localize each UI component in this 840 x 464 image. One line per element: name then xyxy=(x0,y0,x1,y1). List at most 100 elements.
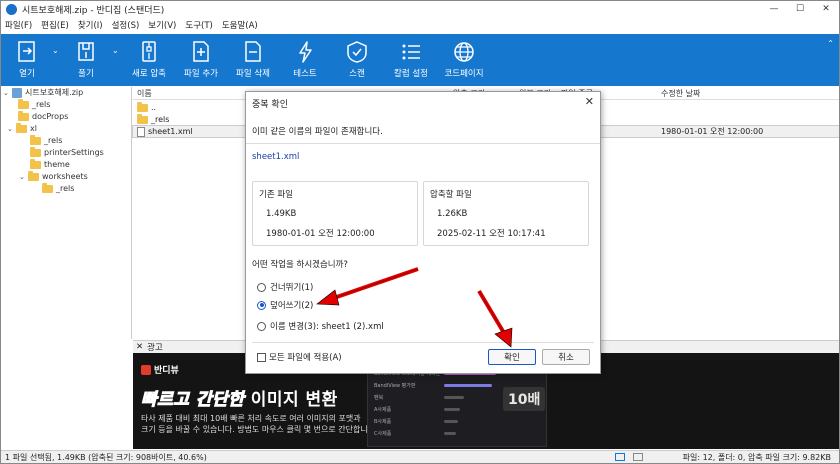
radio-skip[interactable] xyxy=(257,282,266,292)
ad-mock-label: BandiView 평가판 xyxy=(374,383,416,389)
extract-icon xyxy=(78,42,94,61)
radio-rename[interactable] xyxy=(257,321,266,331)
extract-button[interactable]: 풀기 xyxy=(66,34,106,86)
collapse-toolbar-icon[interactable]: ⌃ xyxy=(827,39,834,48)
divider xyxy=(252,342,594,343)
minimize-button[interactable]: — xyxy=(761,1,787,17)
test-button[interactable]: 테스트 xyxy=(285,34,325,86)
add-file-icon xyxy=(193,41,209,62)
menu-edit[interactable]: 편집(E) xyxy=(41,19,69,31)
option-rename-label: 이름 변경(3): sheet1 (2).xml xyxy=(270,322,384,332)
ad-brand: 반디뷰 xyxy=(141,363,179,376)
tree-item-label: printerSettings xyxy=(44,148,104,157)
file-icon xyxy=(137,126,145,137)
menu-find[interactable]: 찾기(I) xyxy=(78,19,103,31)
menu-settings[interactable]: 설정(S) xyxy=(112,19,140,31)
open-label: 열기 xyxy=(19,69,35,79)
file-name: .. xyxy=(151,103,157,112)
tree-item-label: xl xyxy=(30,124,37,133)
dialog-close-button[interactable]: ✕ xyxy=(585,95,594,108)
ad-brand-label: 반디뷰 xyxy=(154,366,179,376)
toolbar: 열기 ⌄ 풀기 ⌄ 새로 압축 파일 추가 파일 삭제 테스트 스캔 칼럼 설정… xyxy=(1,34,839,86)
file-name: _rels xyxy=(151,115,170,124)
collapse-icon[interactable]: ⌄ xyxy=(19,173,27,181)
option-rename[interactable]: 이름 변경(3): sheet1 (2).xml xyxy=(257,320,384,332)
duplicate-dialog: 중복 확인 ✕ 이미 같은 이름의 파일이 존재합니다. sheet1.xml … xyxy=(245,91,601,374)
tree-item-rels[interactable]: _rels xyxy=(18,98,50,110)
option-skip[interactable]: 건너뛰기(1) xyxy=(257,281,313,293)
tree-item-label: 시트보호해제.zip xyxy=(25,88,84,97)
delete-file-label: 파일 삭제 xyxy=(236,69,270,79)
tree-item-label: _rels xyxy=(56,184,75,193)
collapse-icon[interactable]: ⌄ xyxy=(3,89,11,97)
column-settings-icon xyxy=(402,44,420,60)
maximize-button[interactable]: ☐ xyxy=(787,1,813,17)
codepage-label: 코드페이지 xyxy=(444,69,484,79)
apply-all-checkbox[interactable]: 모든 파일에 적용(A) xyxy=(257,351,342,363)
tree-item-docprops[interactable]: docProps xyxy=(18,110,68,122)
incoming-file-title: 압축할 파일 xyxy=(430,190,472,200)
existing-file-date: 1980-01-01 오전 12:00:00 xyxy=(266,229,375,239)
checkbox-apply-all[interactable] xyxy=(257,352,266,362)
menu-bar: 파일(F) 편집(E) 찾기(I) 설정(S) 보기(V) 도구(T) 도움말(… xyxy=(1,17,839,33)
column-settings-button[interactable]: 칼럼 설정 xyxy=(389,34,433,86)
bandizip-logo-icon xyxy=(6,3,17,15)
folder-tree: ⌄ 시트보호해제.zip _rels docProps ⌄ xl _rels p… xyxy=(1,87,132,339)
apply-all-label: 모든 파일에 적용(A) xyxy=(269,353,342,363)
close-window-button[interactable]: ✕ xyxy=(813,1,839,17)
tree-item-xl-rels[interactable]: _rels xyxy=(30,134,63,146)
tree-item-label: worksheets xyxy=(42,172,88,181)
tree-item-label: theme xyxy=(44,160,70,169)
cancel-button[interactable]: 취소 xyxy=(542,349,590,365)
ad-headline: 빠르고 간단한 이미지 변환 xyxy=(140,385,338,411)
tree-item-printersettings[interactable]: printerSettings xyxy=(30,146,104,158)
menu-file[interactable]: 파일(F) xyxy=(5,19,32,31)
tree-item-xl[interactable]: ⌄ xl xyxy=(7,122,37,134)
tree-item-worksheets-rels[interactable]: _rels xyxy=(42,182,75,194)
menu-help[interactable]: 도움말(A) xyxy=(222,19,258,31)
codepage-button[interactable]: 코드페이지 xyxy=(441,34,487,86)
scan-button[interactable]: 스캔 xyxy=(337,34,377,86)
ok-button[interactable]: 확인 xyxy=(488,349,536,365)
menu-tools[interactable]: 도구(T) xyxy=(185,19,212,31)
option-overwrite[interactable]: 덮어쓰기(2) xyxy=(257,299,313,311)
tree-item-theme[interactable]: theme xyxy=(30,158,70,170)
column-name[interactable]: 이름 xyxy=(137,88,152,99)
new-archive-button[interactable]: 새로 압축 xyxy=(127,34,171,86)
dialog-message: 이미 같은 이름의 파일이 존재합니다. xyxy=(252,127,383,137)
tree-item-worksheets[interactable]: ⌄ worksheets xyxy=(19,170,88,182)
menu-view[interactable]: 보기(V) xyxy=(148,19,176,31)
radio-overwrite[interactable] xyxy=(257,300,266,310)
delete-file-button[interactable]: 파일 삭제 xyxy=(231,34,275,86)
folder-icon xyxy=(42,182,53,193)
ad-mock-label: B사제품 xyxy=(374,419,392,425)
dialog-question: 어떤 작업을 하시겠습니까? xyxy=(252,260,348,270)
tree-item-label: _rels xyxy=(44,136,63,145)
existing-file-box: 기존 파일 1.49KB 1980-01-01 오전 12:00:00 xyxy=(252,181,418,246)
extract-dropdown-icon[interactable]: ⌄ xyxy=(112,46,119,55)
new-archive-icon xyxy=(142,41,156,62)
add-file-button[interactable]: 파일 추가 xyxy=(179,34,223,86)
open-dropdown-icon[interactable]: ⌄ xyxy=(52,46,59,55)
ad-close-button[interactable]: ✕ xyxy=(136,342,143,352)
tree-item-root[interactable]: ⌄ 시트보호해제.zip xyxy=(3,87,83,98)
column-modified-date[interactable]: 수정한 날짜 xyxy=(661,88,700,99)
bandiview-logo-icon xyxy=(141,364,151,375)
file-name: sheet1.xml xyxy=(148,127,193,136)
ad-header-label: 광고 xyxy=(147,343,163,353)
option-overwrite-label: 덮어쓰기(2) xyxy=(270,301,314,311)
zip-file-icon xyxy=(12,87,22,98)
incoming-file-size: 1.26KB xyxy=(437,209,468,219)
collapse-icon[interactable]: ⌄ xyxy=(7,125,15,133)
existing-file-title: 기존 파일 xyxy=(259,190,293,200)
status-selection: 1 파일 선택됨, 1.49KB (압축된 크기: 908바이트, 40.6%) xyxy=(5,453,207,462)
ad-mock-label: C사제품 xyxy=(374,431,392,437)
window-title: 시트보호해제.zip - 반디집 (스탠더드) xyxy=(22,5,165,16)
open-button[interactable]: 열기 xyxy=(7,34,47,86)
delete-file-icon xyxy=(245,41,261,62)
dialog-title: 중복 확인 xyxy=(252,100,288,110)
list-view-icon[interactable] xyxy=(633,453,643,461)
details-view-icon[interactable] xyxy=(615,453,625,461)
ad-description-2: 크기 등을 바꿀 수 있습니다. 방법도 마우스 클릭 몇 번으로 간단합니다. xyxy=(141,425,378,434)
app-window: 시트보호해제.zip - 반디집 (스탠더드) — ☐ ✕ 파일(F) 편집(E… xyxy=(0,0,840,464)
